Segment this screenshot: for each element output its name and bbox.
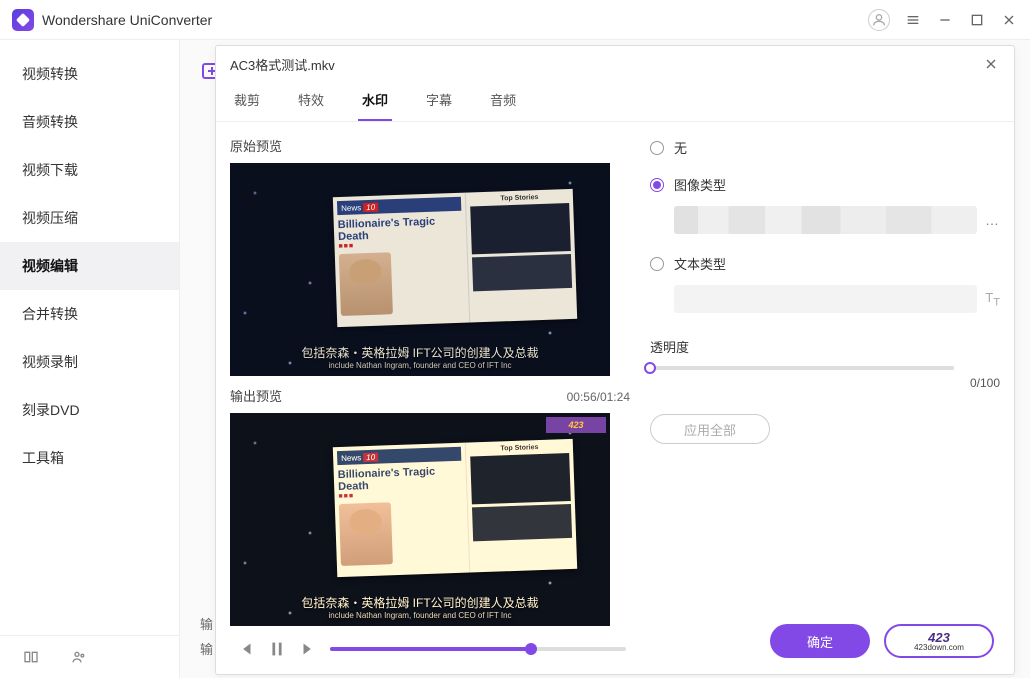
apply-all-label: 应用全部 bbox=[684, 420, 736, 439]
ok-button[interactable]: 确定 bbox=[770, 624, 870, 658]
video-subtitle: 包括奈森・英格拉姆 IFT公司的创建人及总裁 include Nathan In… bbox=[230, 594, 610, 620]
radio-label: 无 bbox=[674, 138, 687, 157]
prev-frame-button[interactable] bbox=[234, 638, 256, 660]
bg-label-1: 输 bbox=[200, 614, 213, 633]
image-path-field[interactable] bbox=[674, 206, 977, 234]
radio-none[interactable]: 无 bbox=[650, 138, 1000, 157]
output-preview-video: 423 News10 Billionaire's Tragic Death ■■… bbox=[230, 413, 610, 626]
text-watermark-field[interactable] bbox=[674, 285, 977, 313]
tab-label: 水印 bbox=[362, 93, 388, 108]
player-controls bbox=[230, 638, 630, 660]
guide-icon[interactable] bbox=[22, 648, 40, 666]
sidebar-item-label: 视频编辑 bbox=[22, 258, 78, 274]
newspaper-masthead: News bbox=[341, 203, 361, 213]
menu-icon[interactable] bbox=[904, 11, 922, 29]
sidebar-item-video-compress[interactable]: 视频压缩 bbox=[0, 194, 179, 242]
app-title: Wondershare UniConverter bbox=[42, 12, 868, 28]
edit-modal: AC3格式测试.mkv 裁剪 特效 水印 字幕 音频 原始预览 News10 B… bbox=[215, 45, 1015, 675]
brand-domain: 423down.com bbox=[914, 644, 964, 652]
tab-label: 字幕 bbox=[426, 93, 452, 108]
radio-icon bbox=[650, 141, 664, 155]
radio-image-type[interactable]: 图像类型 bbox=[650, 175, 1000, 194]
video-subtitle: 包括奈森・英格拉姆 IFT公司的创建人及总裁 include Nathan In… bbox=[230, 344, 610, 370]
radio-label: 图像类型 bbox=[674, 175, 726, 194]
sidebar-item-label: 工具箱 bbox=[22, 450, 64, 466]
sidebar-item-label: 音频转换 bbox=[22, 114, 78, 130]
radio-icon bbox=[650, 257, 664, 271]
sidebar: 视频转换 音频转换 视频下载 视频压缩 视频编辑 合并转换 视频录制 刻录DVD… bbox=[0, 40, 180, 678]
ok-label: 确定 bbox=[807, 632, 833, 651]
watermark-badge: 423 bbox=[546, 417, 606, 433]
sidebar-item-video-convert[interactable]: 视频转换 bbox=[0, 50, 179, 98]
newspaper-graphic: News10 Billionaire's Tragic Death ■■■ To… bbox=[333, 189, 577, 327]
modal-filename: AC3格式测试.mkv bbox=[230, 55, 982, 74]
modal-close-button[interactable] bbox=[982, 55, 1000, 73]
tab-crop[interactable]: 裁剪 bbox=[230, 82, 264, 121]
opacity-label: 透明度 bbox=[650, 337, 1000, 356]
time-display: 00:56/01:24 bbox=[567, 390, 630, 404]
sidebar-item-label: 视频转换 bbox=[22, 66, 78, 82]
pause-button[interactable] bbox=[266, 638, 288, 660]
opacity-slider[interactable] bbox=[650, 366, 954, 370]
watermark-options: 无 图像类型 … 文本类型 TT 透明度 bbox=[650, 136, 1000, 660]
preview-column: 原始预览 News10 Billionaire's Tragic Death ■… bbox=[230, 136, 630, 660]
original-preview-label: 原始预览 bbox=[230, 136, 630, 155]
sidebar-item-burn-dvd[interactable]: 刻录DVD bbox=[0, 386, 179, 434]
brand-badge[interactable]: 423 423down.com bbox=[884, 624, 994, 658]
close-button[interactable] bbox=[1000, 11, 1018, 29]
newspaper-graphic: News10 Billionaire's Tragic Death ■■■ To… bbox=[333, 439, 577, 577]
brand-number: 423 bbox=[928, 631, 950, 644]
sidebar-footer bbox=[0, 635, 179, 678]
opacity-value: 0/100 bbox=[970, 376, 1000, 390]
tab-watermark[interactable]: 水印 bbox=[358, 82, 392, 121]
sidebar-item-label: 刻录DVD bbox=[22, 402, 80, 418]
sidebar-item-video-record[interactable]: 视频录制 bbox=[0, 338, 179, 386]
support-icon[interactable] bbox=[70, 648, 88, 666]
sidebar-item-video-edit[interactable]: 视频编辑 bbox=[0, 242, 179, 290]
subtitle-cn: 包括奈森・英格拉姆 IFT公司的创建人及总裁 bbox=[230, 344, 610, 361]
tab-subtitle[interactable]: 字幕 bbox=[422, 82, 456, 121]
newspaper-topstories: Top Stories bbox=[470, 193, 569, 203]
progress-slider[interactable] bbox=[330, 647, 626, 651]
next-frame-button[interactable] bbox=[298, 638, 320, 660]
minimize-button[interactable] bbox=[936, 11, 954, 29]
radio-text-type[interactable]: 文本类型 bbox=[650, 254, 1000, 273]
browse-button[interactable]: … bbox=[985, 212, 1000, 228]
radio-label: 文本类型 bbox=[674, 254, 726, 273]
sidebar-item-label: 视频下载 bbox=[22, 162, 78, 178]
font-settings-icon[interactable]: TT bbox=[985, 290, 1000, 309]
sidebar-item-label: 合并转换 bbox=[22, 306, 78, 322]
sidebar-item-merge-convert[interactable]: 合并转换 bbox=[0, 290, 179, 338]
tab-label: 特效 bbox=[298, 93, 324, 108]
sidebar-item-label: 视频录制 bbox=[22, 354, 78, 370]
bg-label-2: 输 bbox=[200, 639, 213, 658]
tab-effect[interactable]: 特效 bbox=[294, 82, 328, 121]
tab-label: 音频 bbox=[490, 93, 516, 108]
maximize-button[interactable] bbox=[968, 11, 986, 29]
account-icon[interactable] bbox=[868, 9, 890, 31]
apply-all-button[interactable]: 应用全部 bbox=[650, 414, 770, 444]
sidebar-item-toolbox[interactable]: 工具箱 bbox=[0, 434, 179, 482]
output-preview-label: 输出预览 bbox=[230, 386, 282, 405]
original-preview-video: News10 Billionaire's Tragic Death ■■■ To… bbox=[230, 163, 610, 376]
sidebar-item-video-download[interactable]: 视频下载 bbox=[0, 146, 179, 194]
tab-audio[interactable]: 音频 bbox=[486, 82, 520, 121]
radio-icon bbox=[650, 178, 664, 192]
subtitle-en: include Nathan Ingram, founder and CEO o… bbox=[230, 361, 610, 370]
tab-label: 裁剪 bbox=[234, 93, 260, 108]
sidebar-item-audio-convert[interactable]: 音频转换 bbox=[0, 98, 179, 146]
modal-footer: 确定 423 423down.com bbox=[770, 624, 994, 658]
app-logo-icon bbox=[12, 9, 34, 31]
titlebar: Wondershare UniConverter bbox=[0, 0, 1030, 40]
sidebar-item-label: 视频压缩 bbox=[22, 210, 78, 226]
newspaper-masthead-num: 10 bbox=[363, 202, 378, 212]
modal-tabs: 裁剪 特效 水印 字幕 音频 bbox=[216, 82, 1014, 122]
